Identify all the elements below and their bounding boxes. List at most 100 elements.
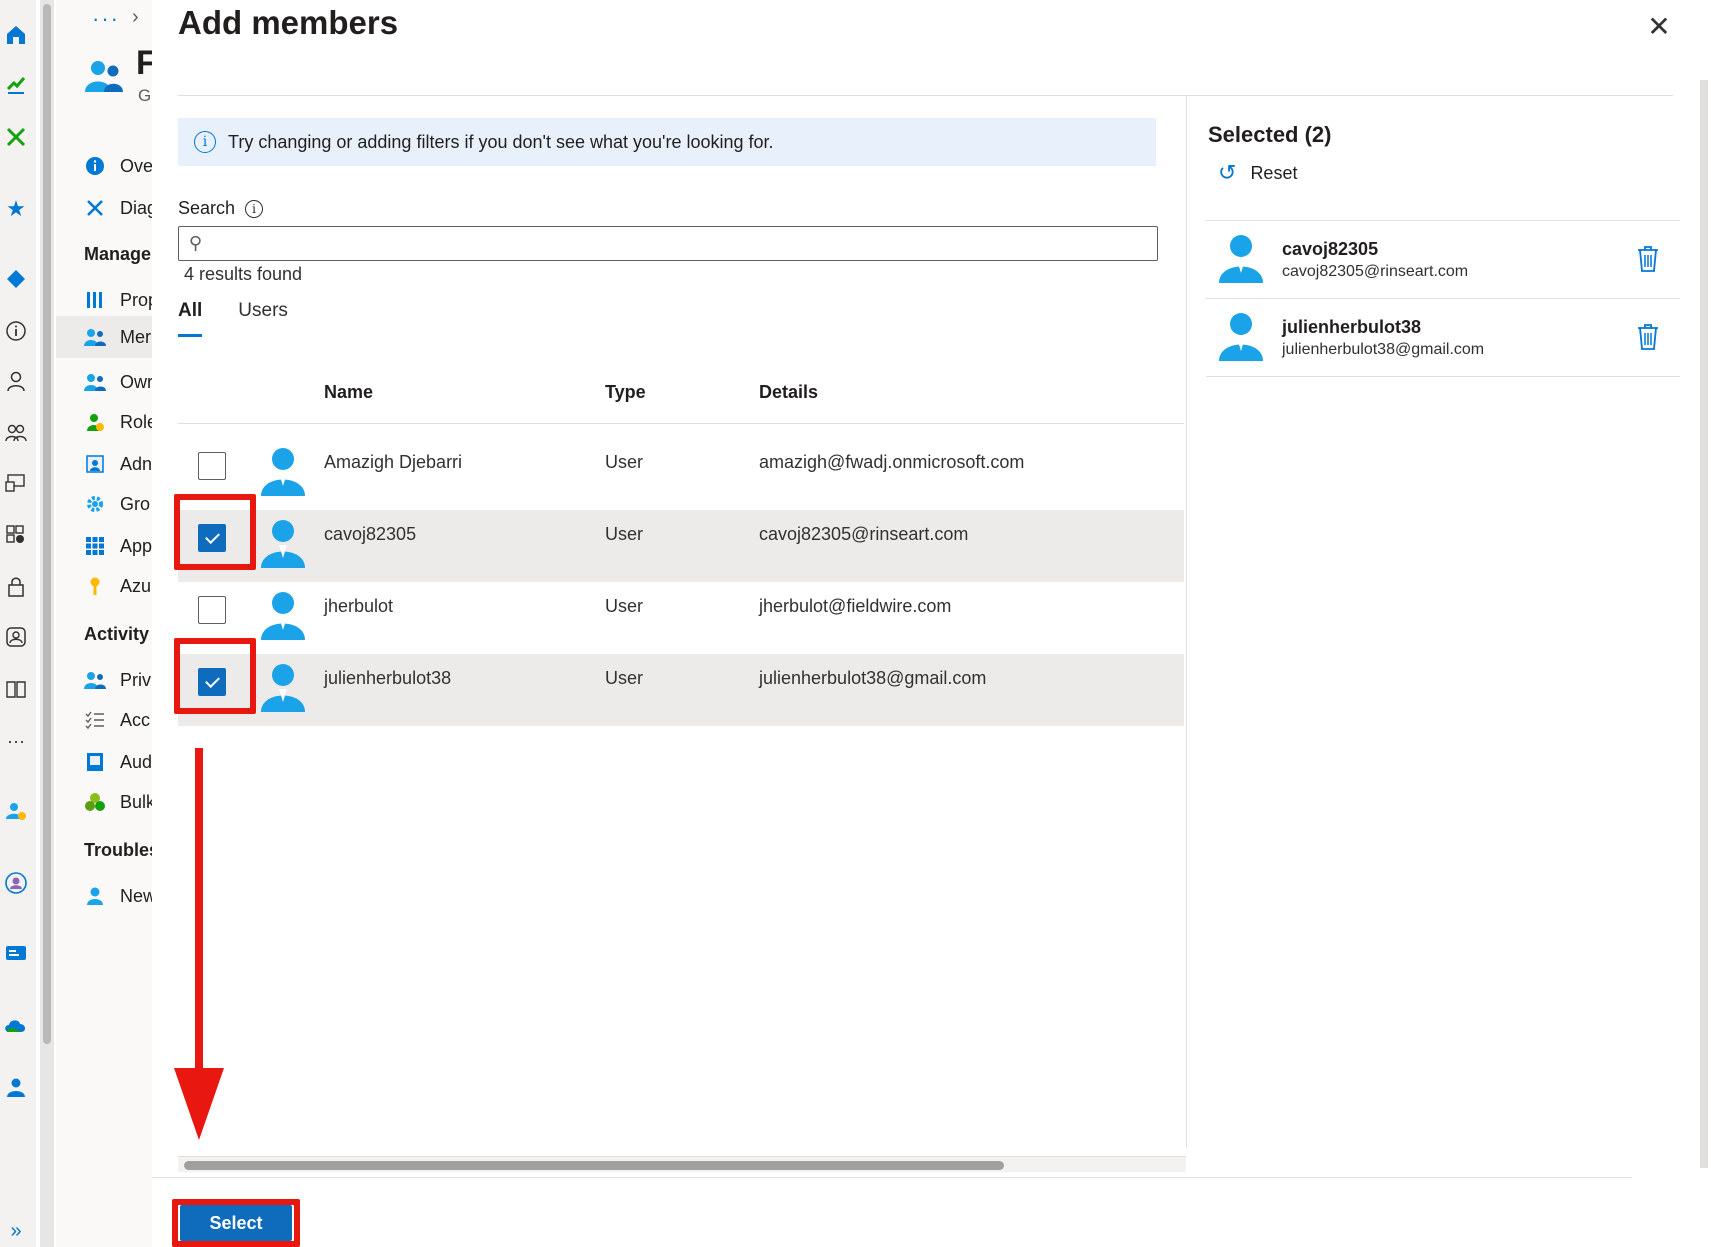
group-blade-nav: ··· › F G Ove Diag Manage Prop Mer Owr R…: [56, 0, 152, 1247]
tab-users[interactable]: Users: [238, 300, 288, 337]
user-settings-icon[interactable]: [3, 798, 29, 824]
close-button[interactable]: ✕: [1643, 10, 1675, 42]
nav-section-troubleshooting: Troubles: [84, 840, 152, 860]
nav-item-admin-units[interactable]: Adn: [84, 448, 152, 480]
nav-item-group-settings[interactable]: Gro: [84, 488, 150, 520]
star-icon[interactable]: ★: [3, 196, 29, 222]
selected-item: julienherbulot38 julienherbulot38@gmail.…: [1206, 299, 1680, 377]
table-row[interactable]: julienherbulot38 User julienherbulot38@g…: [178, 654, 1184, 726]
nav-item-owners[interactable]: Owr: [84, 366, 152, 398]
search-info-icon[interactable]: i: [245, 199, 264, 218]
expand-icon[interactable]: »: [3, 1218, 29, 1244]
identity-icon[interactable]: [3, 624, 29, 650]
book-icon[interactable]: [3, 676, 29, 702]
audit-icon: [84, 751, 106, 773]
table-row[interactable]: Amazigh Djebarri User amazigh@fwadj.onmi…: [178, 438, 1184, 510]
search-input[interactable]: [208, 228, 1157, 259]
info-icon: i: [194, 131, 216, 153]
tab-all[interactable]: All: [178, 300, 203, 337]
admin-icon[interactable]: [3, 1074, 29, 1100]
row-details: amazigh@fwadj.onmicrosoft.com: [759, 452, 1025, 472]
breadcrumb-chevron-icon: ›: [132, 6, 139, 28]
nav-item-label: Gro: [120, 493, 151, 514]
apps-icon[interactable]: [3, 522, 29, 548]
nav-item-access-reviews[interactable]: Acc: [84, 704, 150, 736]
user-circle-icon[interactable]: [3, 870, 29, 896]
nav-item-label: Adn: [120, 453, 152, 474]
more-icon[interactable]: ···: [3, 728, 29, 754]
user-avatar-icon: [261, 664, 305, 712]
selected-item-name: cavoj82305: [1282, 239, 1379, 259]
column-header-type[interactable]: Type: [605, 382, 646, 403]
tools-icon[interactable]: [3, 124, 29, 150]
group-settings-icon: [84, 493, 106, 515]
id-card-icon[interactable]: [3, 940, 29, 966]
row-details: julienherbulot38@gmail.com: [759, 668, 987, 688]
selected-item-email: cavoj82305@rinseart.com: [1282, 263, 1469, 280]
nav-item-label: Ove: [120, 155, 152, 176]
nav-item-label: Aud: [120, 751, 152, 772]
selected-title: Selected (2): [1208, 122, 1332, 147]
selected-list: cavoj82305 cavoj82305@rinseart.com julie…: [1206, 220, 1680, 377]
devices-icon[interactable]: [3, 470, 29, 496]
table-row[interactable]: jherbulot User jherbulot@fieldwire.com: [178, 582, 1184, 654]
user-avatar-icon: [261, 592, 305, 640]
search-box[interactable]: ⚲: [178, 226, 1158, 261]
nav-item-audit-logs[interactable]: Aud: [84, 746, 152, 778]
user-icon[interactable]: [3, 368, 29, 394]
nav-item-privileged-access[interactable]: Priv: [84, 664, 151, 696]
results-table: Name Type Details Amazigh Djebarri User …: [178, 372, 1184, 726]
add-members-panel: Add members ✕ i Try changing or adding f…: [152, 0, 1711, 1247]
pane-divider: [1186, 96, 1187, 1148]
screen: ★ ··· » ··· › F G Ove Diag Manage: [0, 0, 1711, 1247]
nav-item-members[interactable]: Mer: [56, 316, 152, 358]
horizontal-scrollbar-thumb[interactable]: [184, 1161, 1004, 1170]
breadcrumb-ellipsis[interactable]: ···: [92, 6, 120, 32]
diamond-icon[interactable]: [3, 266, 29, 292]
dashboard-icon[interactable]: [3, 72, 29, 98]
nav-item-azure-resources[interactable]: Azu: [84, 570, 151, 602]
column-header-name[interactable]: Name: [324, 382, 373, 403]
column-header-details[interactable]: Details: [759, 382, 818, 403]
nav-item-label: Owr: [120, 371, 152, 392]
row-type: User: [605, 668, 644, 688]
row-type: User: [605, 524, 644, 544]
lock-icon[interactable]: [3, 574, 29, 600]
nav-item-roles[interactable]: Role: [84, 406, 152, 438]
trash-icon[interactable]: [1636, 323, 1660, 351]
annotation-arrow-icon: [174, 748, 224, 1140]
info-message-bar: i Try changing or adding filters if you …: [178, 118, 1156, 166]
trash-icon[interactable]: [1636, 245, 1660, 273]
selected-item-name: julienherbulot38: [1282, 317, 1422, 337]
nav-item-new-support-request[interactable]: New: [84, 880, 152, 912]
filter-tabs: All Users: [178, 300, 288, 337]
user-avatar-icon: [1219, 313, 1263, 361]
panel-title: Add members: [178, 4, 399, 41]
row-checkbox[interactable]: [198, 596, 226, 624]
nav-item-overview[interactable]: Ove: [84, 150, 152, 182]
nav-item-label: Azu: [120, 575, 152, 596]
reset-button[interactable]: ↺ Reset: [1218, 160, 1297, 186]
rail-scrollbar-thumb[interactable]: [43, 4, 51, 1044]
table-row[interactable]: cavoj82305 User cavoj82305@rinseart.com: [178, 510, 1184, 582]
info-icon[interactable]: [3, 318, 29, 344]
search-icon: ⚲: [189, 233, 203, 253]
nav-item-bulk-operations[interactable]: Bulk: [84, 786, 152, 818]
owners-icon: [84, 371, 106, 393]
users-icon[interactable]: [3, 420, 29, 446]
portal-icon-rail: ★ ··· »: [0, 0, 36, 1247]
nav-item-label: Role: [120, 411, 152, 432]
nav-item-properties[interactable]: Prop: [84, 284, 152, 316]
nav-item-diagnose[interactable]: Diag: [84, 192, 152, 224]
row-checkbox[interactable]: [198, 452, 226, 480]
annotation-highlight-select-button: [172, 1199, 300, 1247]
panel-scrollbar[interactable]: [1700, 80, 1708, 1168]
home-icon[interactable]: [3, 22, 29, 48]
undo-icon: ↺: [1218, 160, 1237, 185]
diagnose-icon: [84, 197, 106, 219]
selected-item: cavoj82305 cavoj82305@rinseart.com: [1206, 221, 1680, 299]
cloud-icon[interactable]: [3, 1012, 29, 1038]
nav-item-label: Prop: [120, 289, 152, 310]
search-label-text: Search: [178, 198, 236, 218]
nav-item-applications[interactable]: App: [84, 530, 152, 562]
